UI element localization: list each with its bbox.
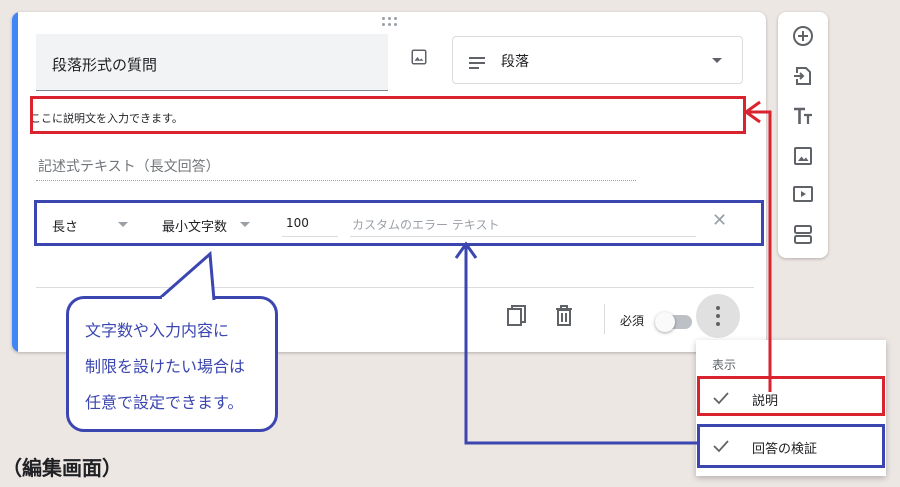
paragraph-icon: [469, 54, 485, 73]
menu-header: 表示: [712, 358, 737, 372]
chevron-down-icon: [712, 58, 722, 63]
delete-icon[interactable]: [554, 304, 574, 332]
footer-separator: [604, 304, 605, 334]
toggle-knob: [655, 312, 675, 332]
more-options-icon[interactable]: [696, 294, 740, 338]
question-title-text[interactable]: 段落形式の質問: [52, 54, 157, 75]
footer-divider: [36, 287, 754, 288]
menu-validation-highlight: [697, 424, 885, 468]
active-accent-bar: [12, 12, 18, 352]
screen-caption: （編集画面）: [2, 456, 122, 480]
question-type-select[interactable]: 段落: [452, 36, 743, 84]
answer-placeholder-text: 記述式テキスト（長文回答）: [38, 159, 220, 175]
bubble-line-3: 任意で設定できます。: [85, 393, 244, 412]
add-image-to-question-icon[interactable]: [410, 48, 428, 70]
description-highlight: [30, 96, 746, 134]
add-title-icon[interactable]: [791, 104, 815, 128]
menu-description-highlight: [697, 376, 885, 416]
required-toggle[interactable]: [655, 312, 692, 332]
question-type-label: 段落: [501, 54, 529, 70]
duplicate-icon[interactable]: [506, 304, 528, 332]
bubble-line-2: 制限を設けたい場合は: [85, 357, 246, 376]
add-video-icon[interactable]: [791, 182, 815, 206]
answer-placeholder: 記述式テキスト（長文回答）: [36, 152, 636, 181]
question-title-field[interactable]: 段落形式の質問: [36, 34, 388, 91]
drag-handle-icon[interactable]: [382, 17, 400, 27]
required-label: 必須: [620, 314, 645, 328]
validation-highlight: [34, 200, 764, 246]
add-image-icon[interactable]: [791, 144, 815, 168]
add-question-icon[interactable]: [791, 24, 815, 48]
bubble-line-1: 文字数や入力内容に: [85, 321, 230, 340]
annotation-bubble: 文字数や入力内容に 制限を設けたい場合は 任意で設定できます。: [66, 296, 278, 432]
import-questions-icon[interactable]: [791, 64, 815, 88]
add-section-icon[interactable]: [791, 222, 815, 246]
side-toolbar: [778, 12, 828, 258]
